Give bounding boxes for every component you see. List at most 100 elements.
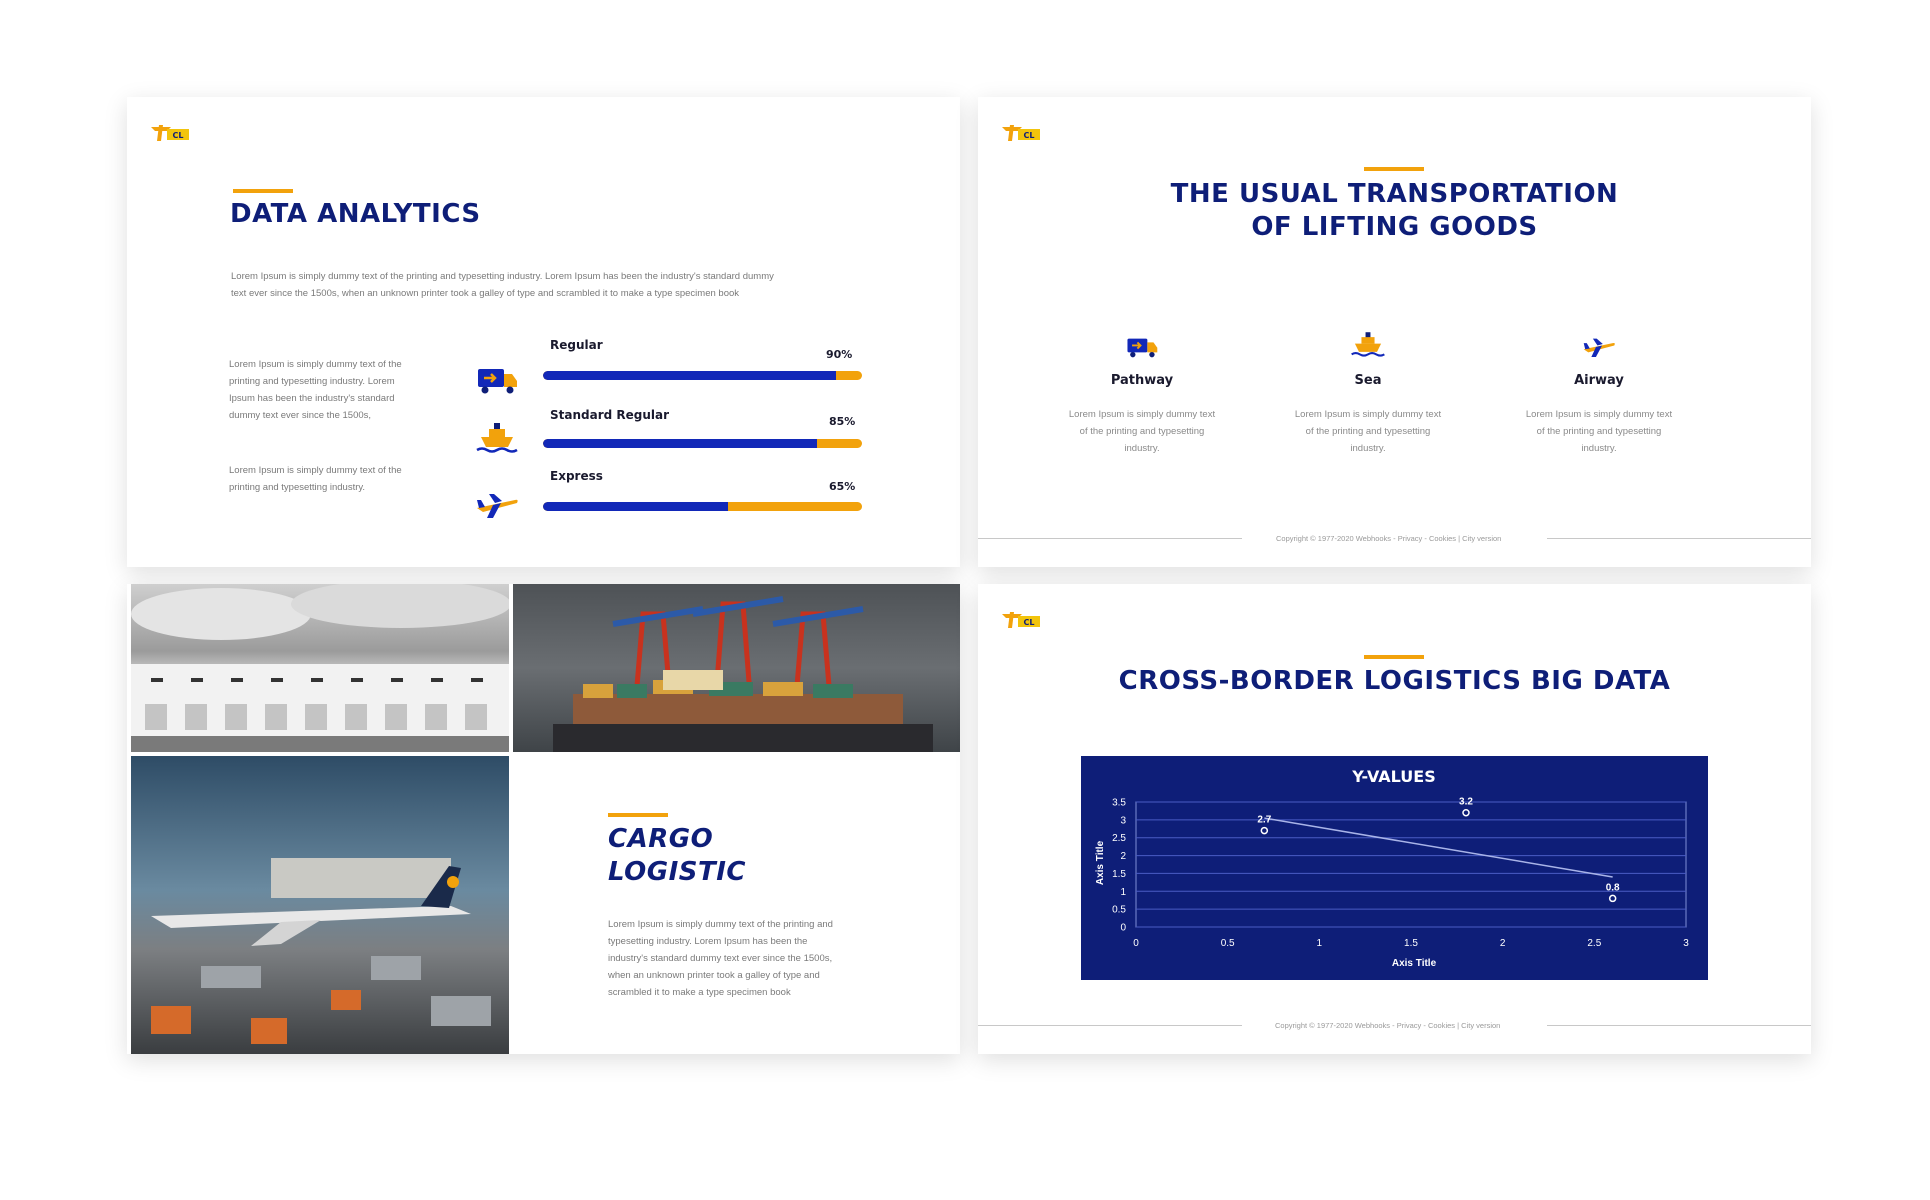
mode-line: Lorem Ipsum is simply dummy text bbox=[1294, 409, 1442, 420]
mode-title: Pathway bbox=[1110, 373, 1174, 388]
mode-line: industry. bbox=[1124, 443, 1160, 454]
mode-text: Lorem Ipsum is simply dummy text of the … bbox=[1509, 406, 1689, 457]
side-line: printing and typesetting industry. Lorem bbox=[229, 376, 395, 387]
footer-divider bbox=[1547, 538, 1811, 539]
accent-line bbox=[1364, 167, 1424, 171]
port-illustration bbox=[553, 596, 933, 752]
side-text-block: Lorem Ipsum is simply dummy text of the … bbox=[229, 356, 459, 424]
side-line: Lorem Ipsum is simply dummy text of the bbox=[229, 359, 402, 370]
container-port-photo bbox=[513, 584, 960, 752]
x-tick-label: 0 bbox=[1133, 938, 1139, 949]
accent-line bbox=[608, 813, 668, 817]
progress-bar-express bbox=[543, 502, 862, 511]
scatter-chart[interactable]: Y-VALUES Axis Title Axis Title 0 0.5 1 1.5 2… bbox=[1081, 756, 1708, 980]
y-tick-label: 2.5 bbox=[1112, 833, 1126, 844]
intro-line: text ever since the 1500s, when an unkno… bbox=[231, 288, 740, 299]
body-line: scrambled it to make a type specimen boo… bbox=[608, 987, 791, 998]
page-title: THE USUAL TRANSPORTATION OF LIFTING GOOD… bbox=[978, 178, 1811, 244]
bar-percent: 85% bbox=[829, 415, 856, 428]
body-line: industry's standard dummy text ever sinc… bbox=[608, 953, 833, 964]
truck-logo-icon: CL bbox=[151, 125, 189, 141]
x-tick-label: 1 bbox=[1317, 938, 1323, 949]
mode-title: Sea bbox=[1354, 373, 1382, 388]
side-line: Lorem Ipsum is simply dummy text of the bbox=[229, 465, 402, 476]
chart-svg: Y-VALUES Axis Title Axis Title 0 0.5 1 1.5 2… bbox=[1095, 767, 1689, 969]
slide-transportation[interactable]: CL THE USUAL TRANSPORTATION OF LIFTING G… bbox=[978, 97, 1811, 567]
mode-line: of the printing and typesetting bbox=[1536, 426, 1662, 437]
y-tick-label: 0 bbox=[1120, 923, 1126, 934]
mode-title: Airway bbox=[1574, 373, 1624, 388]
bar-label: Express bbox=[550, 469, 603, 483]
progress-bar-standard bbox=[543, 439, 862, 448]
y-tick-label: 3.5 bbox=[1112, 798, 1126, 809]
logo-text: CL bbox=[1024, 618, 1035, 627]
mode-line: industry. bbox=[1581, 443, 1617, 454]
mode-airway: Airway Lorem Ipsum is simply dummy text … bbox=[1509, 334, 1689, 457]
slide-data-analytics[interactable]: CL DATA ANALYTICS Lorem Ipsum is simply … bbox=[127, 97, 960, 567]
logo-text: CL bbox=[173, 131, 184, 140]
side-text-block: Lorem Ipsum is simply dummy text of the … bbox=[229, 462, 459, 496]
title-line: LOGISTIC bbox=[608, 857, 746, 887]
airport-illustration bbox=[151, 858, 491, 1044]
side-line: dummy text ever since the 1500s, bbox=[229, 410, 372, 421]
chart-title: Y-VALUES bbox=[1351, 767, 1435, 786]
mode-line: industry. bbox=[1350, 443, 1386, 454]
x-tick-label: 2.5 bbox=[1587, 938, 1601, 949]
cargo-ship-icon bbox=[1351, 332, 1385, 357]
intro-text: Lorem Ipsum is simply dummy text of the … bbox=[231, 268, 871, 302]
bar-label: Regular bbox=[550, 338, 603, 352]
title-line: CARGO bbox=[608, 824, 714, 854]
y-tick-label: 1 bbox=[1120, 887, 1126, 898]
title-line: OF LIFTING GOODS bbox=[1251, 212, 1538, 242]
mode-line: Lorem Ipsum is simply dummy text bbox=[1068, 409, 1216, 420]
page-title: CROSS-BORDER LOGISTICS BIG DATA bbox=[1118, 666, 1671, 696]
chart-xlabel: Axis Title bbox=[1392, 958, 1437, 969]
body-line: typesetting industry. Lorem Ipsum has be… bbox=[608, 936, 808, 947]
footer-divider bbox=[978, 1025, 1242, 1026]
footer-copyright: Copyright © 1977-2020 Webhooks - Privacy… bbox=[1275, 1021, 1501, 1030]
intro-line: Lorem Ipsum is simply dummy text of the … bbox=[231, 271, 774, 282]
data-point bbox=[1260, 826, 1269, 835]
y-tick-label: 3 bbox=[1120, 815, 1126, 826]
warehouse-illustration bbox=[131, 584, 509, 752]
page-title: DATA ANALYTICS bbox=[230, 199, 481, 229]
mode-line: of the printing and typesetting bbox=[1079, 426, 1205, 437]
chart-ylabel: Axis Title bbox=[1095, 840, 1106, 885]
mode-text: Lorem Ipsum is simply dummy text of the … bbox=[1278, 406, 1458, 457]
footer-divider bbox=[1547, 1025, 1811, 1026]
page-title: CARGO LOGISTIC bbox=[608, 823, 746, 889]
delivery-truck-icon bbox=[478, 369, 517, 394]
x-tick-label: 1.5 bbox=[1404, 938, 1418, 949]
bar-label: Standard Regular bbox=[550, 408, 670, 422]
mode-line: Lorem Ipsum is simply dummy text bbox=[1525, 409, 1673, 420]
side-line: Ipsum has been the industry's standard bbox=[229, 393, 395, 404]
progress-bar-regular bbox=[543, 371, 862, 380]
mode-pathway: Pathway Lorem Ipsum is simply dummy text… bbox=[1052, 334, 1232, 457]
footer-copyright: Copyright © 1977-2020 Webhooks - Privacy… bbox=[1276, 534, 1502, 543]
logo-text: CL bbox=[1024, 131, 1035, 140]
mode-line: of the printing and typesetting bbox=[1305, 426, 1431, 437]
cargo-body-text: Lorem Ipsum is simply dummy text of the … bbox=[608, 916, 888, 1001]
data-label: 0.8 bbox=[1606, 882, 1620, 893]
airport-cargo-photo bbox=[131, 756, 509, 1054]
delivery-truck-icon bbox=[1127, 338, 1158, 358]
slide-cargo-logistic[interactable]: CARGO LOGISTIC Lorem Ipsum is simply dum… bbox=[127, 584, 960, 1054]
warehouse-photo bbox=[131, 584, 509, 752]
x-tick-label: 3 bbox=[1683, 938, 1689, 949]
truck-logo-icon: CL bbox=[1002, 612, 1040, 628]
accent-line bbox=[1364, 655, 1424, 659]
progress-fill bbox=[543, 502, 729, 511]
body-line: Lorem Ipsum is simply dummy text of the … bbox=[608, 919, 833, 930]
y-tick-label: 2 bbox=[1120, 851, 1126, 862]
footer-divider bbox=[978, 538, 1242, 539]
slide-big-data[interactable]: CL CROSS-BORDER LOGISTICS BIG DATA Y-VAL… bbox=[978, 584, 1811, 1054]
body-line: when an unknown printer took a galley of… bbox=[608, 970, 820, 981]
data-point bbox=[1462, 808, 1470, 817]
title-line: THE USUAL TRANSPORTATION bbox=[1170, 179, 1619, 209]
y-tick-label: 0.5 bbox=[1112, 905, 1126, 916]
x-tick-label: 2 bbox=[1500, 938, 1506, 949]
trendline bbox=[1264, 817, 1613, 878]
bar-percent: 65% bbox=[829, 480, 856, 493]
airplane-icon bbox=[1583, 338, 1615, 357]
progress-fill bbox=[543, 439, 818, 448]
